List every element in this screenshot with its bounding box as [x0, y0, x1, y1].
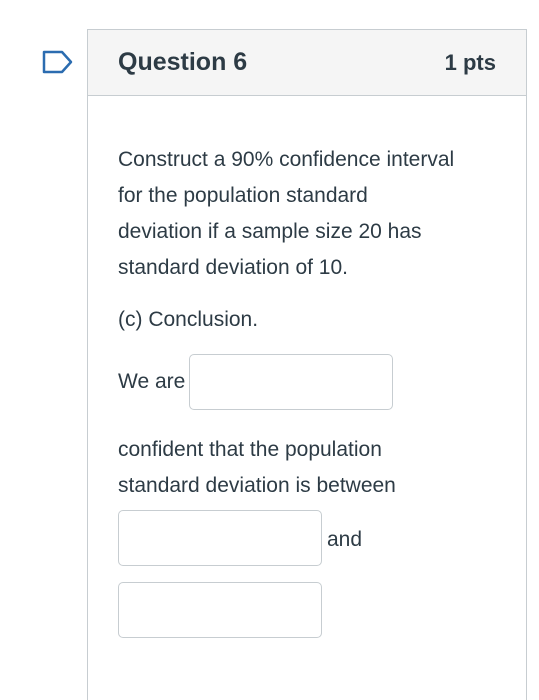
answer-row-upper — [118, 582, 498, 638]
confidence-answer-input[interactable] — [189, 354, 394, 410]
question-points: 1 pts — [444, 49, 496, 75]
question-card: Question 6 1 pts Construct a 90% confide… — [87, 29, 527, 700]
question-title: Question 6 — [118, 48, 248, 76]
lead-text: We are — [118, 370, 186, 393]
prompt-line: deviation if a sample size 20 has — [118, 220, 422, 243]
question-part-label: (c) Conclusion. — [118, 308, 259, 331]
answer-row-confidence: We are — [118, 354, 498, 410]
prompt-line: Construct a 90% confidence interval — [118, 148, 455, 171]
prompt-line: for the population standard — [118, 184, 368, 207]
middle-line: confident that the population — [118, 438, 382, 461]
prompt-line: standard deviation of 10. — [118, 256, 348, 279]
middle-line: standard deviation is between — [118, 474, 396, 497]
bookmark-flag-icon[interactable] — [42, 50, 74, 74]
quiz-page: Question 6 1 pts Construct a 90% confide… — [0, 0, 539, 700]
question-prompt: Construct a 90% confidence interval for … — [118, 142, 498, 286]
and-text: and — [327, 528, 363, 551]
upper-bound-answer-input[interactable] — [118, 582, 322, 638]
middle-text: confident that the population standard d… — [118, 432, 498, 504]
question-body: Construct a 90% confidence interval for … — [88, 96, 526, 638]
lower-bound-answer-input[interactable] — [118, 510, 322, 566]
answer-row-bounds: and — [118, 510, 498, 566]
question-header: Question 6 1 pts — [88, 30, 526, 96]
